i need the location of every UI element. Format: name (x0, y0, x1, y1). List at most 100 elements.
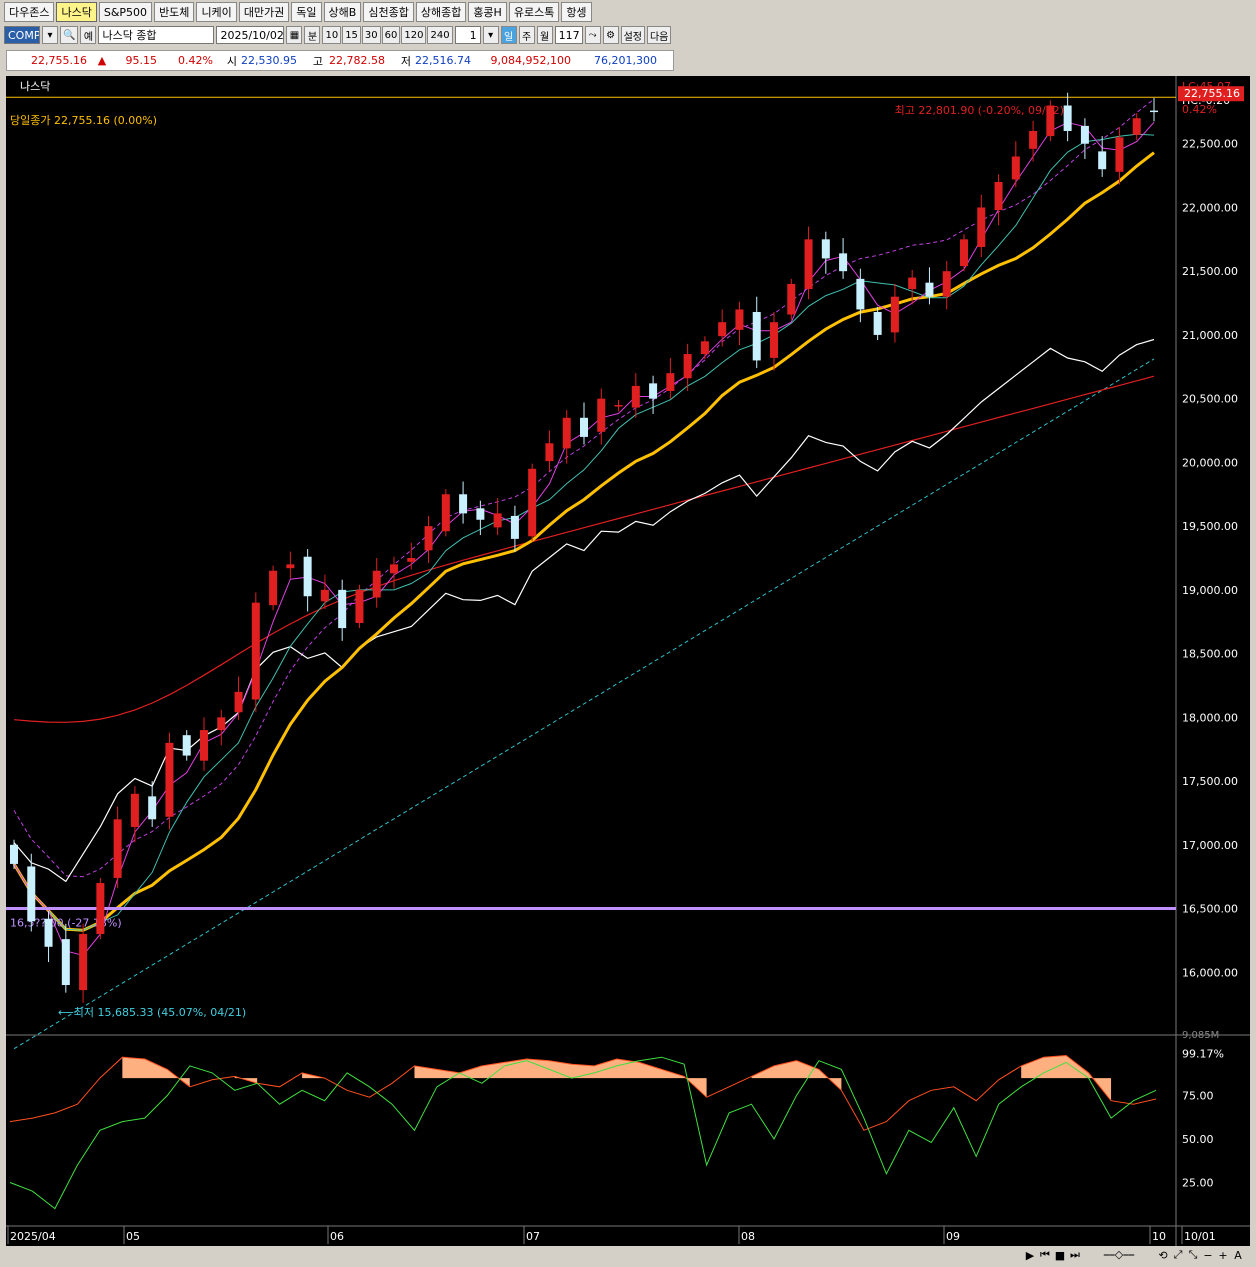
tab-7[interactable]: 상해B (323, 2, 362, 22)
auto-icon[interactable]: A (1232, 1249, 1244, 1262)
period-30-button[interactable]: 30 (361, 26, 381, 44)
candle-body (407, 558, 416, 562)
candle-body (649, 383, 658, 399)
high-label: 고 (312, 54, 323, 68)
candle-body (925, 282, 934, 297)
period-120-button[interactable]: 120 (401, 26, 427, 44)
tab-4[interactable]: 니케이 (196, 2, 237, 22)
candle-body (1132, 118, 1141, 135)
x-tick-label: 08 (741, 1230, 755, 1243)
week-button[interactable]: 주 (518, 26, 535, 44)
next-button[interactable]: 다음 (646, 26, 672, 44)
low-label: 저 (400, 54, 411, 68)
y-tick-label: 18,500.00 (1182, 648, 1238, 661)
candle-body (562, 417, 571, 449)
open-label: 시 (226, 54, 237, 68)
candle-body (459, 494, 468, 514)
candle-body (752, 311, 761, 361)
candle-body (148, 796, 157, 820)
reset-icon[interactable]: ⟲ (1157, 1249, 1169, 1262)
candle-body (44, 918, 53, 947)
y-tick-label: 22,500.00 (1182, 138, 1238, 151)
candle-body (700, 341, 709, 355)
period-60-button[interactable]: 60 (381, 26, 401, 44)
tab-8[interactable]: 심천종합 (363, 2, 414, 22)
settings-button[interactable]: 설정 (620, 26, 645, 44)
count-dropdown-icon[interactable]: ▾ (482, 26, 499, 44)
chart-toolbar: COMP ▾ 🔍 예 나스닥 종합 2025/10/02 ▦ 분 10 15 30 6… (4, 24, 672, 46)
quote-open: 22,530.95 (241, 54, 297, 67)
chart-area[interactable]: 22,500.00 22,000.00 21,500.00 21,000.00 20,5… (6, 76, 1250, 1246)
quote-bar: 22,755.16 ▲ 95.15 0.42% 시 22,530.95 고 22… (6, 50, 674, 71)
flag-button[interactable]: 예 (80, 26, 97, 44)
candle-body (908, 277, 917, 290)
zoom-in-icon[interactable]: ⤢ (1172, 1248, 1184, 1262)
bar-count-input[interactable]: 117 (554, 26, 583, 44)
y-tick-label: 21,000.00 (1182, 329, 1238, 342)
tab-11[interactable]: 유로스톡 (508, 2, 560, 22)
candle-body (441, 494, 450, 532)
candle-body (372, 570, 381, 598)
month-button[interactable]: 월 (536, 26, 553, 44)
forward-icon[interactable]: ⏭ (1069, 1248, 1081, 1262)
x-tick-label: 2025/04 (10, 1230, 56, 1243)
name-field: 나스닥 종합 (98, 26, 215, 44)
day-button[interactable]: 일 (500, 26, 517, 44)
low-annotation: ⟵최저 15,685.33 (45.07%, 04/21) (58, 1006, 246, 1019)
code-input[interactable]: COMP (4, 26, 40, 44)
osc-tick-label: 50.00 (1182, 1133, 1214, 1146)
candle-body (804, 239, 813, 290)
candle-body (424, 526, 433, 551)
plus-icon[interactable]: + (1217, 1249, 1229, 1262)
candle-body (338, 589, 347, 629)
calendar-icon[interactable]: ▦ (286, 26, 303, 44)
candle-body (614, 405, 623, 407)
candle-body (130, 793, 139, 827)
tab-12[interactable]: 항셍 (561, 2, 592, 22)
tab-10[interactable]: 홍콩H (468, 2, 507, 22)
count-input[interactable]: 1 (454, 26, 481, 44)
osc-tick-label: 99.17% (1182, 1047, 1224, 1060)
y-tick-label: 22,000.00 (1182, 201, 1238, 214)
period-10-button[interactable]: 10 (322, 26, 342, 44)
candlestick-chart[interactable]: 22,500.00 22,000.00 21,500.00 21,000.00 20,5… (6, 76, 1250, 1246)
tab-5[interactable]: 대만가권 (238, 2, 290, 22)
candle-body (234, 691, 243, 713)
period-240-button[interactable]: 240 (427, 26, 453, 44)
candle-body (79, 934, 88, 991)
candle-body (476, 508, 485, 520)
candle-body (303, 556, 312, 597)
candle-body (510, 515, 519, 539)
x-tick-label: 09 (946, 1230, 960, 1243)
date-input[interactable]: 2025/10/02 (216, 26, 285, 44)
candle-body (960, 239, 968, 267)
candle-body (977, 207, 986, 247)
zoom-out-icon[interactable]: ⤡ (1187, 1248, 1199, 1262)
candle-body (217, 717, 226, 731)
tab-2[interactable]: S&P500 (98, 2, 153, 22)
chart-type-icon[interactable]: ⤳ (584, 26, 601, 44)
rewind-icon[interactable]: ⏮ (1039, 1248, 1051, 1262)
minus-icon[interactable]: − (1202, 1249, 1214, 1262)
tab-6[interactable]: 독일 (291, 2, 322, 22)
osc-tick-label: 25.00 (1182, 1177, 1214, 1190)
period-15-button[interactable]: 15 (342, 26, 361, 44)
candle-body (286, 564, 295, 569)
tab-9[interactable]: 상해종합 (415, 2, 467, 22)
x-tick-label: 05 (126, 1230, 140, 1243)
tab-1[interactable]: 나스닥 (56, 2, 97, 22)
candle-body (580, 417, 588, 437)
gear-icon[interactable]: ⚙ (602, 26, 619, 44)
candle-body (269, 570, 278, 606)
search-icon[interactable]: 🔍 (60, 26, 79, 44)
stop-icon[interactable]: ■ (1054, 1249, 1066, 1262)
tab-0[interactable]: 다우존스 (4, 2, 55, 22)
candle-body (528, 468, 537, 537)
unit-minute-button[interactable]: 분 (304, 26, 321, 44)
zoom-slider-icon[interactable]: ⎯⎯◇⎯⎯ (1084, 1248, 1154, 1262)
tab-3[interactable]: 반도체 (154, 2, 195, 22)
play-icon[interactable]: ▶ (1024, 1249, 1036, 1262)
quote-high: 22,782.58 (329, 54, 385, 67)
code-dropdown-icon[interactable]: ▾ (42, 26, 58, 44)
up-arrow-icon: ▲ (97, 54, 107, 67)
